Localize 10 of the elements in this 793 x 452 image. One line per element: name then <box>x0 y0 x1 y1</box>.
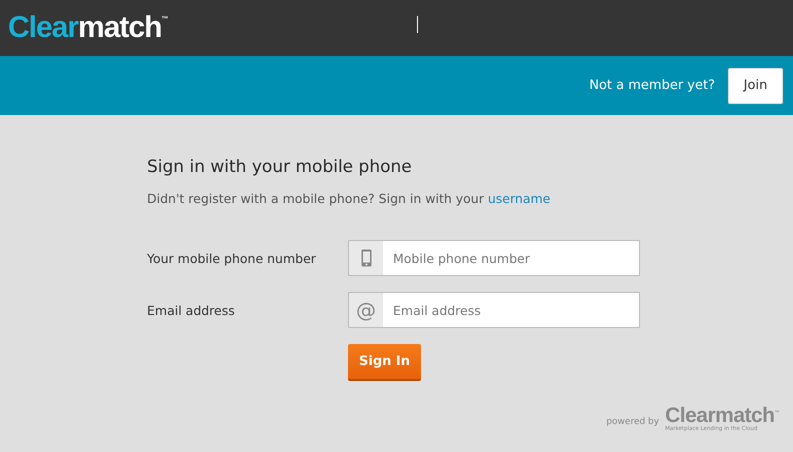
field-label: Email address <box>147 302 236 318</box>
field-label: Your mobile phone number <box>147 250 317 266</box>
form-subtitle: Didn't register with a mobile phone? Sign in with your username <box>147 191 552 206</box>
powered-by-text: powered by <box>606 417 660 427</box>
sign-in-button[interactable]: Sign In <box>348 344 421 381</box>
member-prompt: Not a member yet? <box>589 78 715 93</box>
form-title: Sign in with your mobile phone <box>147 157 413 177</box>
text-cursor <box>417 16 418 33</box>
username-link[interactable]: username <box>488 191 550 206</box>
join-button[interactable]: Join <box>728 68 783 104</box>
